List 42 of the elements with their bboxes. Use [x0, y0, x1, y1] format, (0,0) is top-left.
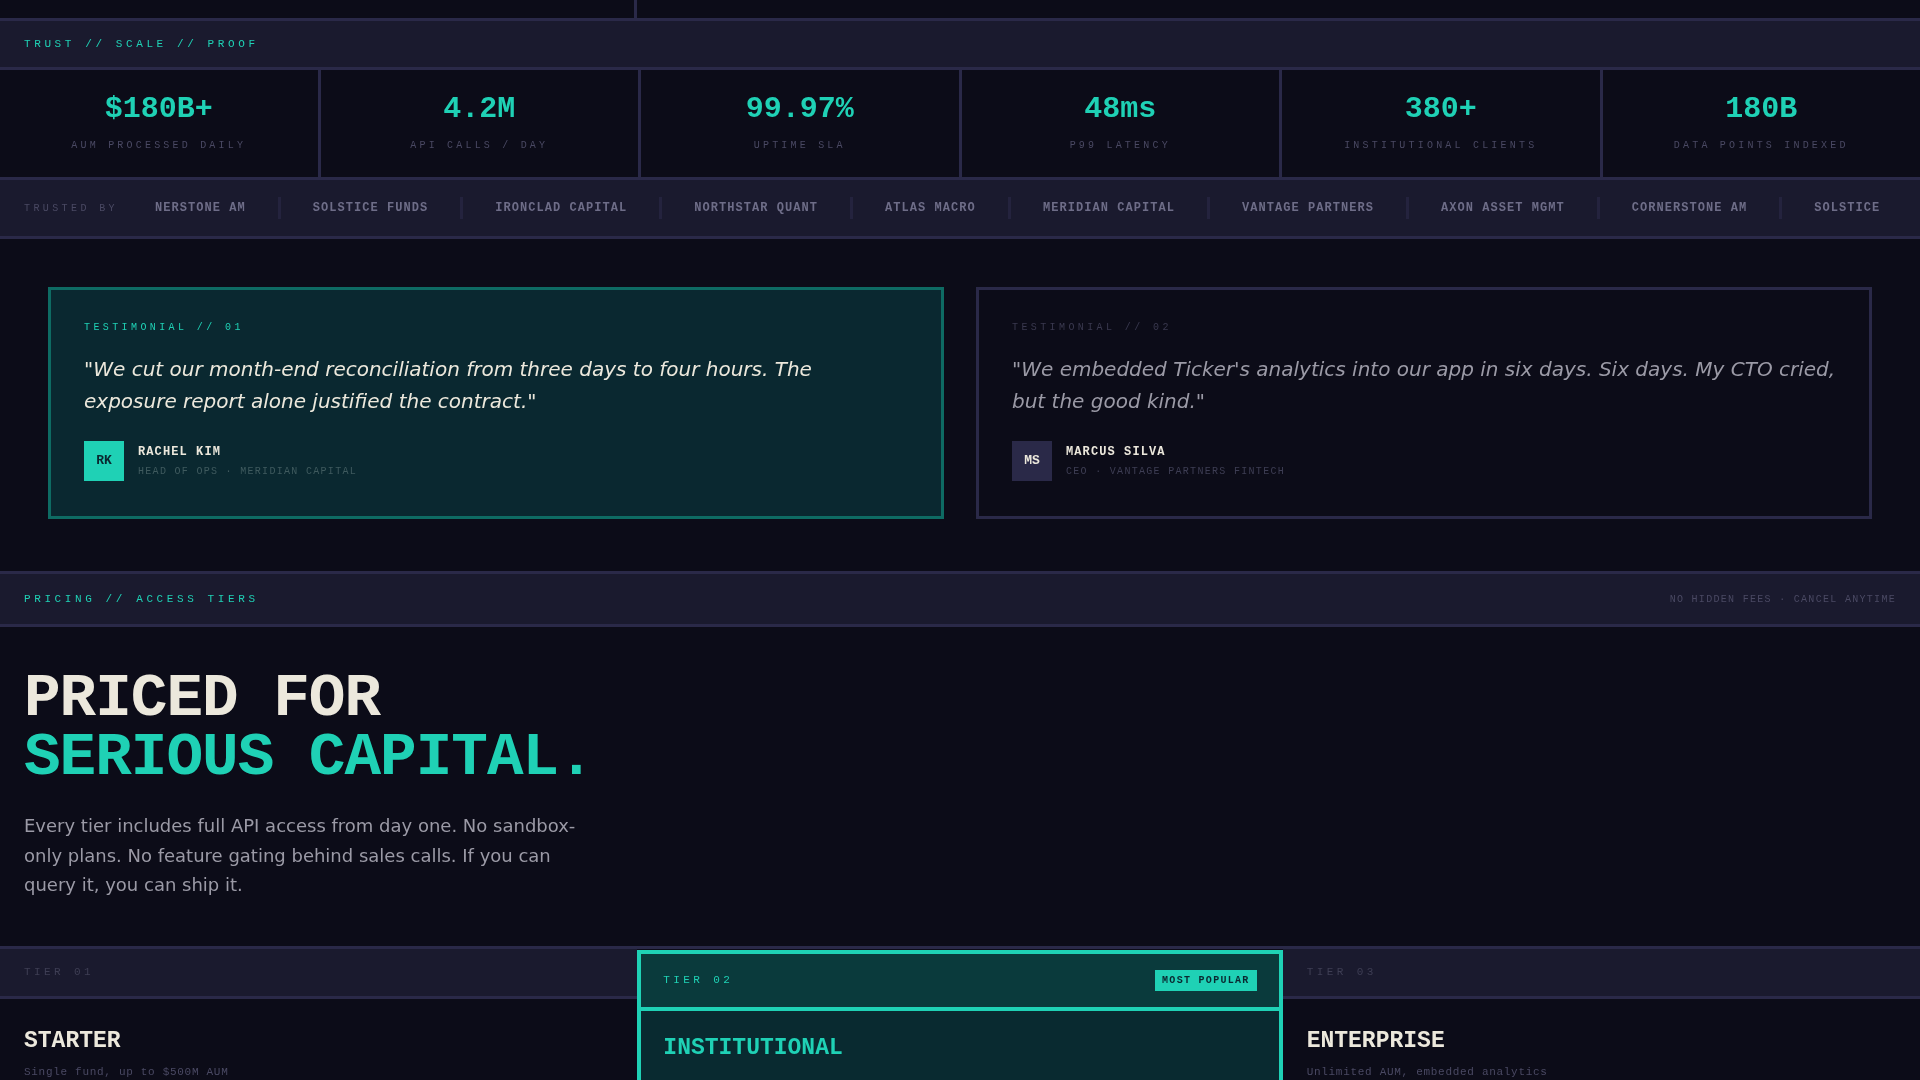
popular-badge: MOST POPULAR [1155, 970, 1257, 991]
stat-label: API CALLS / DAY [410, 139, 549, 153]
client-logo-text: VANTAGE PARTNERS [1240, 200, 1375, 217]
tier-name: INSTITUTIONAL [663, 1037, 844, 1060]
testimonial-label: TESTIMONIAL // 01 [84, 321, 245, 335]
heading-line: SERIOUS CAPITAL. [24, 728, 595, 787]
author-name: MARCUS SILVA [1066, 444, 1167, 461]
stat-value: 4.2M [443, 94, 516, 124]
client-logo-text: MERIDIAN CAPITAL [1041, 200, 1176, 217]
avatar-initials: RK [84, 441, 124, 481]
stat-label: DATA POINTS INDEXED [1673, 139, 1849, 153]
stat-value: 180B [1725, 94, 1798, 124]
stat-label: P99 LATENCY [1069, 139, 1171, 153]
section-label: TRUST // SCALE // PROOF [24, 36, 259, 52]
client-logo-text: NERSTONE AM [155, 200, 247, 217]
heading-line: PRICED FOR [24, 669, 382, 728]
testimonial-quote: "We embedded Ticker's analytics into our app in six days. Six days. My CTO cried, but the good kind." [1012, 356, 1836, 415]
stat-label: INSTITUTIONAL CLIENTS [1344, 139, 1538, 153]
stat-label: UPTIME SLA [753, 139, 846, 153]
testimonial-quote: "We cut our month-end reconciliation from three days to four hours. The exposure report alone justified the contract." [84, 356, 813, 415]
client-logo-text: ATLAS MACRO [884, 200, 977, 217]
author-name: RACHEL KIM [138, 444, 222, 461]
stat-value: 99.97% [745, 94, 854, 124]
section-label: PRICING // ACCESS TIERS [24, 591, 259, 607]
client-logo-text: SOLSTICE FUNDS [311, 200, 430, 217]
client-logo-text: IRONCLAD CAPITAL [494, 200, 629, 217]
tier-name: STARTER [24, 1030, 122, 1053]
client-logo-text: CORNERSTONE AM [1630, 200, 1749, 217]
tier-label: TIER 02 [663, 973, 734, 989]
client-logo-text: NORTHSTAR QUANT [693, 200, 820, 217]
stat-value: 48ms [1084, 94, 1157, 124]
client-logo-text: AXON ASSET MGMT [1439, 200, 1566, 217]
tier-name: ENTERPRISE [1306, 1030, 1446, 1053]
author-role: CEO · VANTAGE PARTNERS FINTECH [1066, 465, 1286, 479]
pricing-description: Every tier includes full API access from day one. No sandbox-only plans. No feature gating behind sales calls. If you can query it, you can ship it. [24, 814, 577, 897]
tier-subtitle: Single fund, up to $500M AUM [24, 1065, 230, 1080]
stat-label: AUM PROCESSED DAILY [71, 139, 247, 153]
stat-value: $180B+ [104, 94, 213, 124]
avatar-initials: MS [1012, 441, 1052, 481]
stat-value: 380+ [1404, 94, 1477, 124]
tier-subtitle: Unlimited AUM, embedded analytics [1306, 1065, 1549, 1080]
client-logo-text: SOLSTICE [1813, 200, 1881, 217]
